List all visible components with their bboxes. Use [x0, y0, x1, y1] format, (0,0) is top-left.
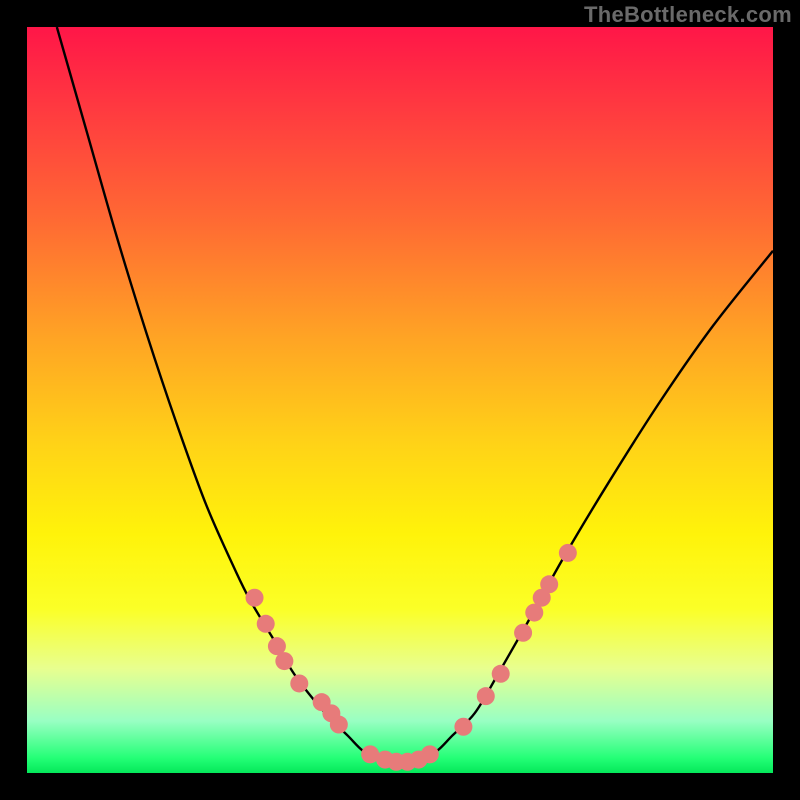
- bottleneck-curve: [57, 27, 773, 762]
- chart-overlay-svg: [27, 27, 773, 773]
- chart-marker: [330, 716, 348, 734]
- chart-marker: [477, 687, 495, 705]
- chart-markers: [246, 544, 577, 771]
- chart-marker: [559, 544, 577, 562]
- chart-marker: [492, 665, 510, 683]
- chart-frame: TheBottleneck.com: [0, 0, 800, 800]
- chart-marker: [540, 575, 558, 593]
- watermark-text: TheBottleneck.com: [584, 2, 792, 28]
- chart-marker: [257, 615, 275, 633]
- chart-marker: [290, 674, 308, 692]
- chart-marker: [514, 624, 532, 642]
- chart-marker: [246, 589, 264, 607]
- chart-marker: [275, 652, 293, 670]
- chart-marker: [454, 718, 472, 736]
- chart-plot-area: [27, 27, 773, 773]
- chart-marker: [421, 745, 439, 763]
